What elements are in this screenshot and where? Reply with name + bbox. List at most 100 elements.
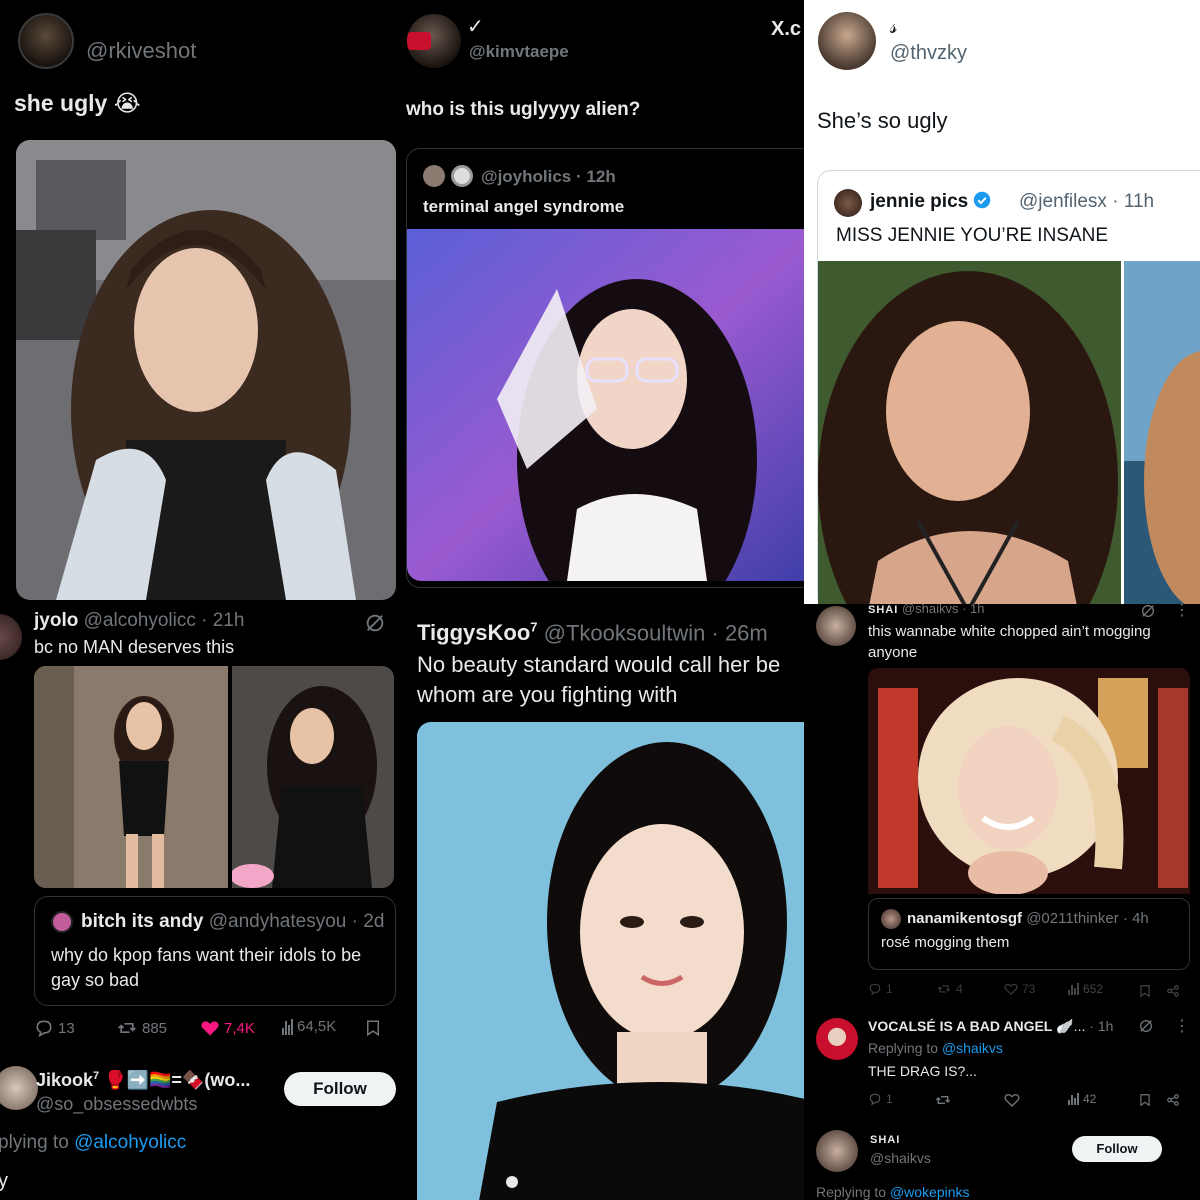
reply-user-handle[interactable]: @so_obsessedwbts [36,1094,197,1115]
quote-photo-2[interactable] [1124,261,1200,604]
reply-icon [36,1020,52,1038]
quoted-tweet[interactable]: jennie pics @jenfilesx · 11h MISS JENNIE… [817,170,1200,604]
reply-button[interactable]: 1 [868,982,893,996]
quote-sep: · [1112,191,1119,212]
tweet-photo[interactable] [16,140,396,600]
reply-header: VOCALSÉ IS A BAD ANGEL 🪽... · 1h [868,1018,1113,1035]
avatar[interactable] [407,14,461,68]
quote-handle: @andyhatesyou [208,911,347,932]
user-handle[interactable]: @rkiveshot [86,38,196,64]
quote-header: bitch its andy @andyhatesyou · 2d [81,911,384,933]
bookmark-icon[interactable] [1138,1092,1152,1108]
grok-icon[interactable] [1140,604,1156,619]
reply-avatar[interactable] [816,1018,858,1060]
bookmark-icon[interactable] [364,1018,382,1038]
views-icon [1068,983,1079,995]
tweet-time[interactable]: 26m [725,620,768,645]
replying-handle[interactable]: @wokepinks [890,1184,970,1200]
reply-user-name[interactable]: VOCALSÉ IS A BAD ANGEL [868,1018,1052,1034]
repost-button[interactable]: 4 [936,982,963,996]
avatar[interactable] [18,13,74,69]
footer-user-handle[interactable]: @shaikvs [870,1150,931,1166]
heart-icon[interactable] [1004,1092,1020,1108]
quote-header: nanamikentosgf @0211thinker · 4h [907,910,1149,927]
reply-button[interactable]: 13 [34,1018,75,1038]
tweet-text-content: she ugly [14,90,108,116]
share-icon[interactable] [1166,984,1180,998]
views-button[interactable]: 652 [1068,982,1103,996]
more-icon[interactable]: ⋮ [1174,1016,1190,1036]
like-button[interactable]: 7,4K [200,1018,255,1038]
user-handle[interactable]: @Tkooksoultwin [544,620,706,645]
user-name[interactable]: TiggysKoo7 [417,620,538,645]
tweet-time[interactable]: 21h [213,610,245,631]
reply-sep: · [1089,1018,1094,1034]
reply-name-emoji: 🥊➡️🏳️‍🌈=🍫(wo... [104,1070,251,1090]
reply-count: 13 [58,1019,75,1037]
bookmark-icon[interactable] [1138,984,1152,998]
quoted-tweet[interactable]: bitch its andy @andyhatesyou · 2d why do… [34,896,396,1006]
photo-woman-beach [1124,261,1200,604]
like-button[interactable]: 73 [1004,982,1035,996]
quote-avatar [423,165,445,187]
user-name[interactable]: jyolo [34,610,78,631]
views-button[interactable]: 64,5K [282,1018,336,1035]
reply-avatar[interactable] [0,1066,38,1110]
user-handle[interactable]: @kimvtaepe [469,42,569,62]
replying-to: plying to @alcohyolicc [0,1132,186,1154]
repost-button[interactable]: 885 [116,1018,167,1038]
tweet-text-line1: No beauty standard would call her be [417,652,781,677]
tweet-photo-2[interactable] [232,666,394,888]
display-name[interactable]: 𝓈 [890,14,897,38]
footer-replying-to: Replying to @wokepinks [816,1184,970,1200]
tweet-photo[interactable] [417,722,804,1200]
footer-avatar[interactable] [816,1130,858,1172]
tweet-panel-jyolo: jyolo @alcohyolicc · 21h bc no MAN deser… [0,604,403,1200]
reply-views-button[interactable]: 42 [1068,1092,1096,1106]
replying-prefix: Replying to [868,1040,939,1056]
quoted-tweet[interactable]: nanamikentosgf @0211thinker · 4h rosé mo… [868,898,1190,970]
crying-emoji: 😭 [113,90,141,116]
more-icon[interactable]: ⋮ [1174,604,1190,620]
replying-handle[interactable]: @alcohyolicc [74,1132,186,1153]
quote-photo-1[interactable] [818,261,1121,604]
quote-meta: @jenfilesx · 11h [1019,191,1154,213]
avatar[interactable] [816,606,856,646]
follow-button[interactable]: Follow [284,1072,396,1106]
avatar[interactable] [818,12,876,70]
share-icon[interactable] [1166,1092,1180,1108]
user-handle[interactable]: @thvzky [890,42,967,65]
quote-time: 2d [363,911,385,932]
grok-icon[interactable] [364,612,386,634]
tweet-time[interactable]: 1h [970,604,984,616]
tweet-text: she ugly 😭 [14,90,141,117]
quoted-tweet[interactable]: @joyholics · 12h terminal angel syndrome [406,148,804,588]
reply-time[interactable]: 1h [1098,1018,1114,1034]
quote-sep: · [1122,910,1128,927]
follow-button[interactable]: Follow [1072,1136,1162,1162]
repost-icon[interactable] [934,1092,952,1108]
footer-user-name[interactable]: SHAI [870,1134,900,1146]
user-name[interactable]: SHAI [868,604,898,616]
x-watermark: X.c [771,18,802,40]
reply-text: y [0,1170,8,1192]
repost-icon [118,1023,136,1033]
replying-handle[interactable]: @shaikvs [942,1040,1003,1056]
tweet-panel-shai: SHAI @shaikvs · 1h ⋮ this wannabe white … [804,604,1200,1200]
grok-icon[interactable] [1138,1018,1154,1034]
like-count: 73 [1022,982,1036,996]
reply-reply-button[interactable]: 1 [868,1092,893,1106]
quote-sep: · [351,911,358,932]
reply-user-name[interactable]: Jikook7 🥊➡️🏳️‍🌈=🍫(wo... [36,1070,250,1091]
avatar[interactable] [0,614,22,660]
reply-name-sup: 7 [93,1070,100,1082]
user-handle[interactable]: @shaikvs [902,604,959,616]
views-icon [1068,1093,1079,1105]
quote-name: bitch its andy [81,911,204,932]
tweet-photo-1[interactable] [34,666,228,888]
replying-prefix: Replying to [816,1184,887,1200]
user-handle[interactable]: @alcohyolicc [84,610,196,631]
tweet-photo[interactable] [868,668,1190,894]
meta-sep: · [201,610,208,631]
quote-photo[interactable] [407,229,804,581]
